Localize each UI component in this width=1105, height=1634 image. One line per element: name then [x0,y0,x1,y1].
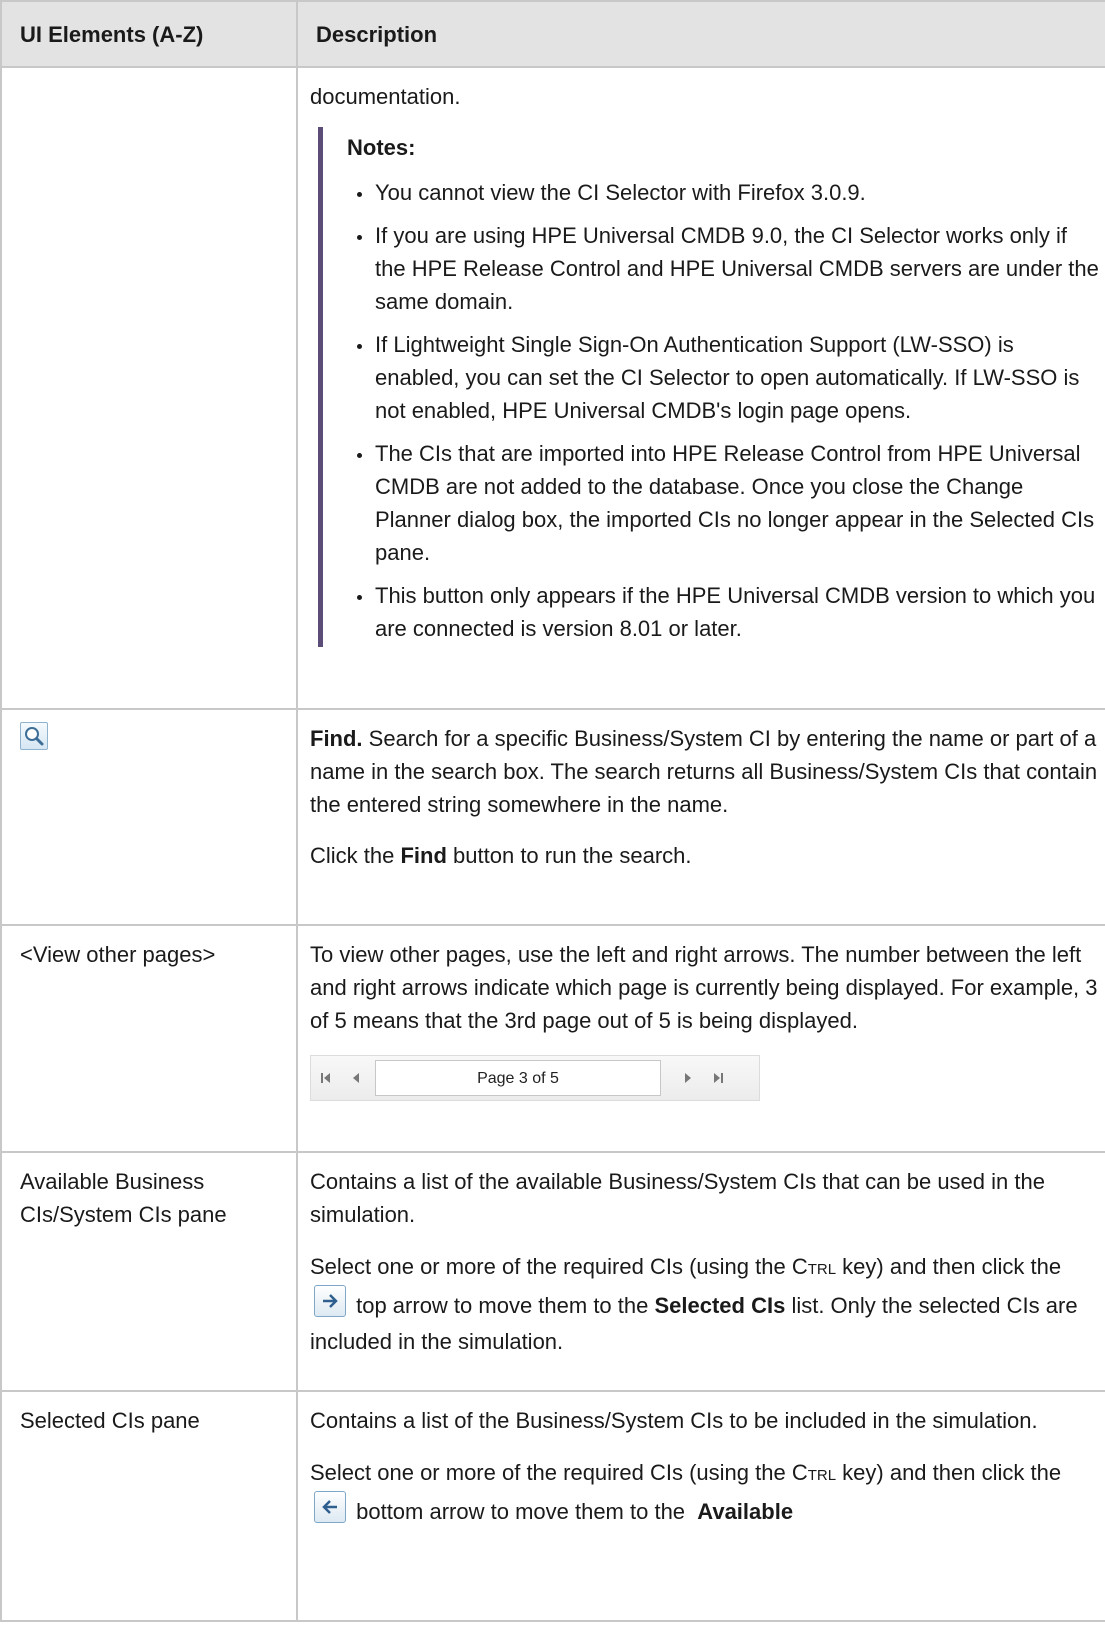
selected-cis-ref: Selected CIs [654,1293,786,1318]
ctrl-key: CTRL [791,1254,837,1279]
note-item: If you are using HPE Universal CMDB 9.0,… [347,219,1100,318]
notes-block: Notes: You cannot view the CI Selector w… [318,127,1100,647]
note-item: If Lightweight Single Sign-On Authentica… [347,328,1100,427]
description-cell: Contains a list of the Business/System C… [296,1390,1105,1622]
table-row: documentation. Notes: You cannot view th… [0,66,1105,710]
available-description: Contains a list of the available Busines… [310,1169,1045,1227]
ui-elements-table: UI Elements (A-Z) Description documentat… [0,0,1105,1622]
description-cell: Find. Search for a specific Business/Sys… [296,708,1105,926]
selected-description: Contains a list of the Business/System C… [310,1408,1038,1433]
element-cell: <View other pages> [0,924,298,1153]
element-cell [0,708,298,926]
first-page-icon[interactable] [311,1056,341,1100]
header-description: Description [296,0,1105,68]
move-left-arrow-icon [314,1491,346,1523]
pages-description: To view other pages, use the left and ri… [310,942,1098,1033]
table-header-row: UI Elements (A-Z) Description [0,0,1105,68]
continuation-text: documentation. [310,84,461,109]
next-page-icon[interactable] [673,1056,703,1100]
table-row: <View other pages> To view other pages, … [0,924,1105,1153]
magnifier-icon [20,722,48,750]
selected-instruction: Select one or more of the required CIs (… [310,1460,1062,1524]
table-row: Find. Search for a specific Business/Sys… [0,708,1105,926]
table-row: Selected CIs pane Contains a list of the… [0,1390,1105,1622]
move-right-arrow-icon [314,1285,346,1317]
find-instruction: Click the Find button to run the search. [310,843,692,868]
ctrl-key: CTRL [791,1460,837,1485]
description-cell: documentation. Notes: You cannot view th… [296,66,1105,710]
note-item: You cannot view the CI Selector with Fir… [347,176,1100,209]
element-cell: Selected CIs pane [0,1390,298,1622]
note-item: The CIs that are imported into HPE Relea… [347,437,1100,569]
find-title: Find. [310,726,363,751]
notes-title: Notes: [347,135,416,160]
page-indicator: Page 3 of 5 [375,1060,661,1096]
find-description: Find. Search for a specific Business/Sys… [310,726,1098,817]
description-cell: Contains a list of the available Busines… [296,1151,1105,1392]
description-cell: To view other pages, use the left and ri… [296,924,1105,1153]
element-cell [0,66,298,710]
available-instruction: Select one or more of the required CIs (… [310,1254,1078,1354]
note-item: This button only appears if the HPE Univ… [347,579,1100,645]
header-ui-elements: UI Elements (A-Z) [0,0,298,68]
last-page-icon[interactable] [703,1056,733,1100]
element-cell: Available Business CIs/System CIs pane [0,1151,298,1392]
table-row: Available Business CIs/System CIs pane C… [0,1151,1105,1392]
prev-page-icon[interactable] [341,1056,371,1100]
find-button-ref: Find [400,843,447,868]
available-ref: Available [697,1499,794,1524]
notes-list: You cannot view the CI Selector with Fir… [347,176,1100,645]
pager-bar: Page 3 of 5 [310,1055,760,1101]
